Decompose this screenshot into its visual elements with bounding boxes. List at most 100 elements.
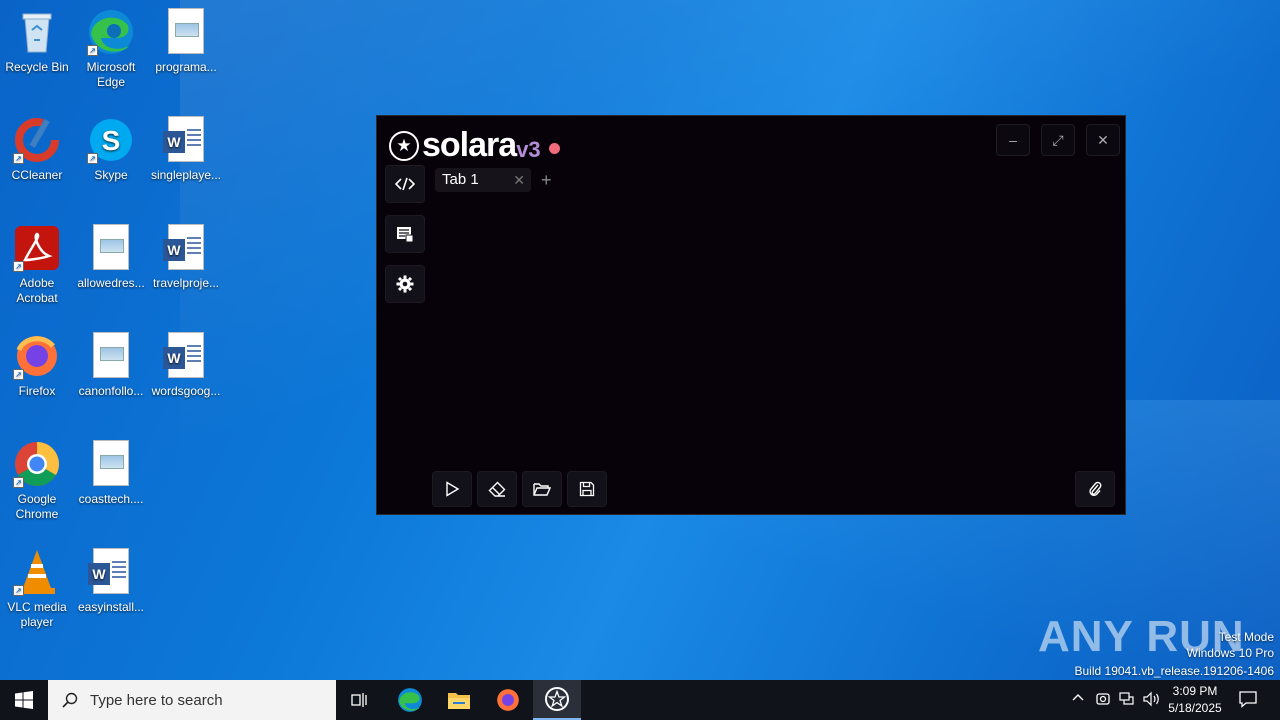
desktop-icon-singleplaye[interactable]: W singleplaye... [148,116,224,183]
search-icon [62,692,78,708]
clock-date: 5/18/2025 [1168,701,1222,715]
desktop-icon-label: allowedres... [77,276,145,290]
sidebar-editor-button[interactable] [385,165,425,203]
app-name: solara [422,126,517,164]
speaker-icon [1143,691,1159,707]
status-dot [548,143,560,154]
recycle-bin-icon [13,8,61,56]
eraser-icon [488,481,506,497]
tray-volume[interactable] [1143,691,1161,710]
save-icon [579,481,595,497]
image-file-icon [87,440,135,488]
desktop-icon-label: singleplaye... [150,168,222,182]
task-view-button[interactable] [336,680,384,720]
taskbar: Type here to search 3:09 PM 5/18/2025 [0,680,1280,720]
desktop-icon-microsoft-edge[interactable]: ↗ Microsoft Edge [73,8,149,90]
desktop-icon-label: CCleaner [11,168,63,182]
clock-time: 3:09 PM [1172,684,1218,698]
taskbar-solara[interactable] [533,680,581,720]
desktop-icon-vlc[interactable]: ↗ VLC media player [0,548,75,630]
close-tab-icon[interactable]: ✕ [513,168,525,192]
desktop-icon-coasttech[interactable]: coasttech.... [73,440,149,507]
desktop-icon-label: Recycle Bin [5,60,69,74]
desktop-icon-skype[interactable]: S ↗ Skype [73,116,149,183]
desktop-icon-recycle-bin[interactable]: Recycle Bin [0,8,75,75]
desktop-icon-google-chrome[interactable]: ↗ Google Chrome [0,440,75,522]
taskbar-search-box[interactable]: Type here to search [48,680,336,720]
close-button[interactable]: ✕ [1086,124,1120,156]
folder-icon [448,693,470,709]
desktop-icon-programa[interactable]: programa... [148,8,224,75]
solara-logo: ★ solara v3 [389,126,560,165]
tray-network[interactable] [1119,691,1135,710]
watermark-windows-edition: Windows 10 Pro [1186,646,1274,660]
desktop-icon-label: Google Chrome [15,492,59,521]
desktop-icon-label: easyinstall... [77,600,145,614]
play-icon [446,481,460,497]
chevron-up-icon [1072,694,1084,701]
attach-button[interactable] [1075,471,1115,507]
desktop-icon-label: canonfollo... [78,384,144,398]
sidebar-settings-button[interactable] [385,265,425,303]
windows-logo-icon [15,691,33,709]
desktop-icon-label: Skype [94,168,128,182]
clear-button[interactable] [477,471,517,507]
desktop-icon-label: travelproje... [152,276,220,290]
taskbar-clock[interactable]: 3:09 PM 5/18/2025 [1160,683,1230,717]
taskbar-file-explorer[interactable] [435,680,483,720]
image-file-icon [162,8,210,56]
network-icon [1119,692,1134,705]
code-editor[interactable] [435,198,1115,462]
desktop-icon-label: Firefox [18,384,56,398]
minimize-button[interactable]: – [996,124,1030,156]
desktop-icon-easyinstall[interactable]: W easyinstall... [73,548,149,615]
sidebar-scripts-button[interactable] [385,215,425,253]
ccleaner-icon: ↗ [13,116,61,164]
solara-icon [545,687,569,711]
code-icon [395,177,415,191]
edge-icon [398,688,422,712]
desktop-icon-travelproje[interactable]: W travelproje... [148,224,224,291]
image-file-icon [87,332,135,380]
execute-button[interactable] [432,471,472,507]
desktop-icon-ccleaner[interactable]: ↗ CCleaner [0,116,75,183]
add-tab-button[interactable]: + [541,168,552,192]
word-doc-icon: W [162,332,210,380]
image-file-icon [87,224,135,272]
acrobat-icon: ↗ [13,224,61,272]
script-list-icon [397,227,414,243]
watermark-build: Build 19041.vb_release.191206-1406 [1074,664,1275,678]
desktop-icon-label: wordsgoog... [151,384,221,398]
tab-1[interactable]: Tab 1 ✕ [435,168,531,192]
maximize-button[interactable]: ⤢ [1041,124,1075,156]
taskbar-firefox[interactable] [484,680,532,720]
desktop-icon-label: Microsoft Edge [86,60,136,89]
firefox-icon [497,689,519,711]
word-doc-icon: W [162,224,210,272]
tab-label: Tab 1 [442,171,479,188]
save-file-button[interactable] [567,471,607,507]
word-doc-icon: W [87,548,135,596]
paperclip-icon [1089,481,1102,497]
edge-icon: ↗ [87,8,135,56]
vlc-icon: ↗ [13,548,61,596]
desktop-icon-wordsgoog[interactable]: W wordsgoog... [148,332,224,399]
open-file-button[interactable] [522,471,562,507]
skype-icon: S ↗ [87,116,135,164]
taskbar-edge[interactable] [386,680,434,720]
desktop-icon-adobe-acrobat[interactable]: ↗ Adobe Acrobat [0,224,75,306]
notification-icon [1239,691,1257,708]
chrome-icon: ↗ [13,440,61,488]
desktop-icon-canonfollo[interactable]: canonfollo... [73,332,149,399]
star-logo-icon: ★ [389,130,419,161]
desktop-icon-firefox[interactable]: ↗ Firefox [0,332,75,399]
folder-open-icon [533,483,551,496]
word-doc-icon: W [162,116,210,164]
gear-icon [396,275,414,293]
svg-text:S: S [102,125,121,156]
action-center-button[interactable] [1239,690,1257,711]
start-button[interactable] [0,680,48,720]
tray-meet-now[interactable] [1095,691,1111,710]
show-hidden-icons-button[interactable] [1071,691,1085,708]
desktop-icon-allowedres[interactable]: allowedres... [73,224,149,291]
